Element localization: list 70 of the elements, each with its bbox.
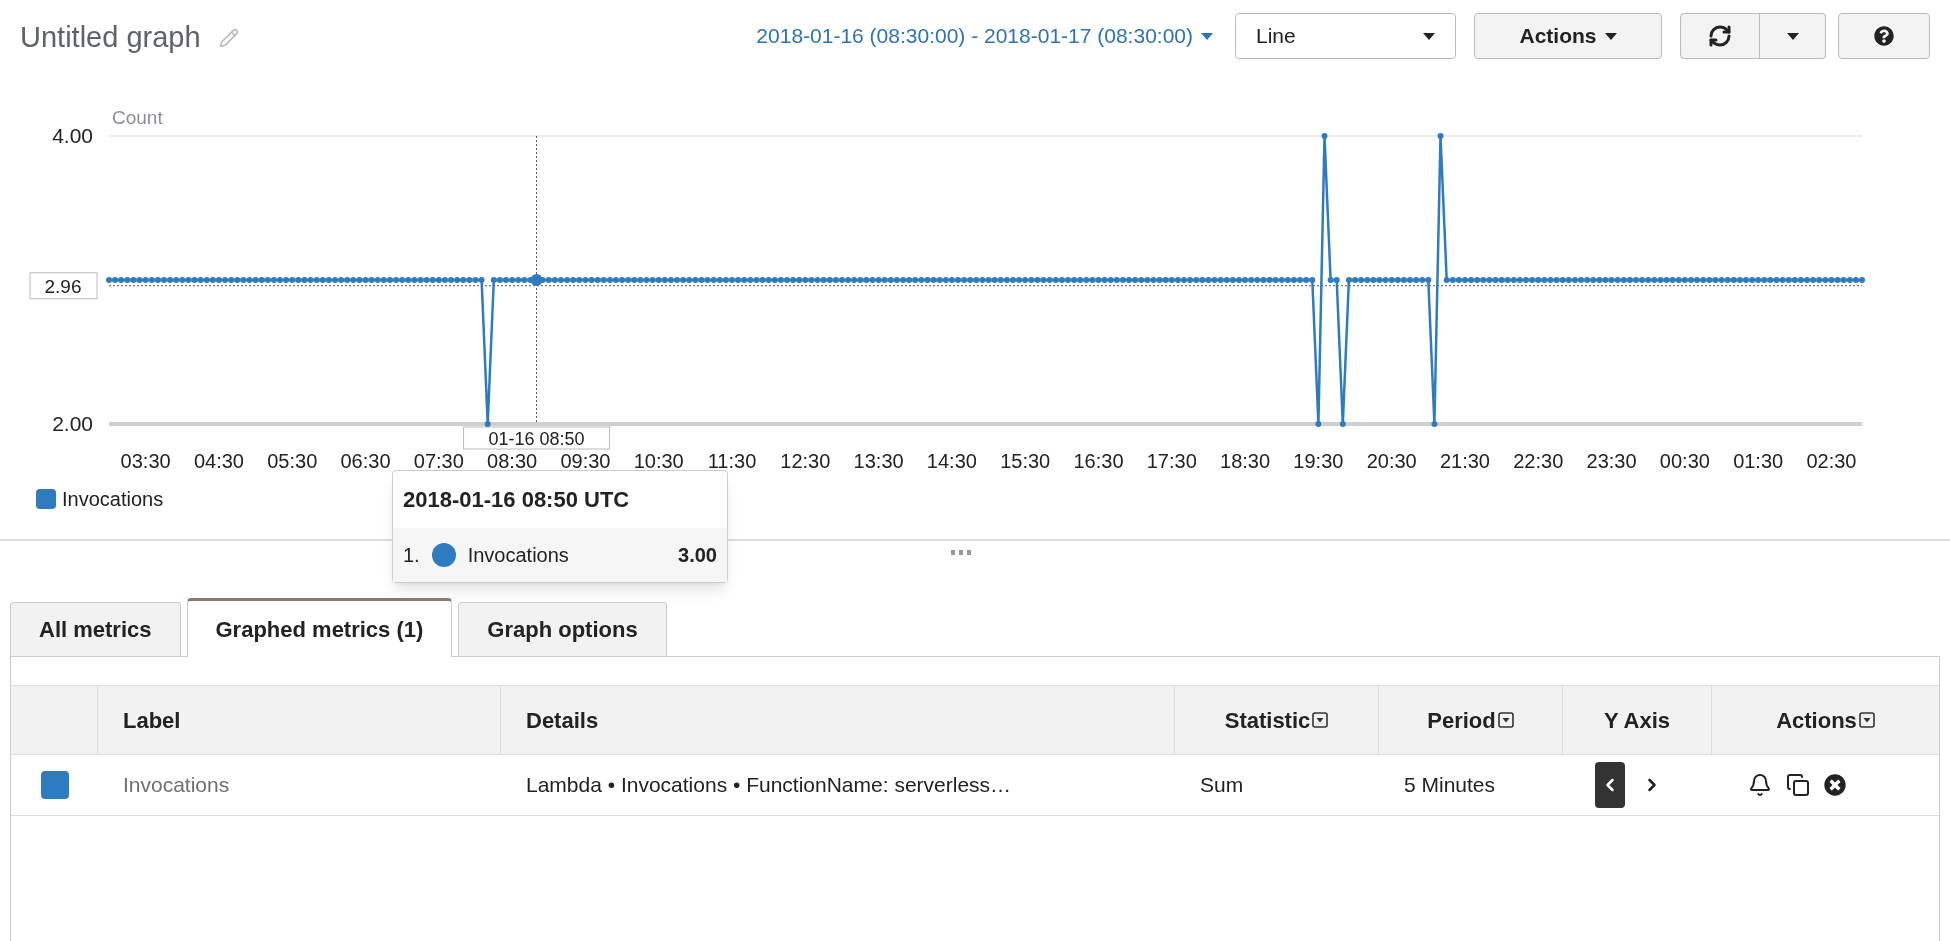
x-tick-label: 04:30 bbox=[193, 450, 244, 472]
tab[interactable]: All metrics bbox=[10, 602, 181, 656]
graph-title: Untitled graph bbox=[20, 20, 201, 56]
x-tick-label: 08:30 bbox=[487, 450, 538, 472]
x-tick-label: 21:30 bbox=[1439, 450, 1490, 472]
series-color-swatch[interactable] bbox=[40, 771, 69, 799]
x-tick-label: 07:30 bbox=[413, 450, 464, 472]
dropdown-icon[interactable] bbox=[1497, 712, 1514, 728]
help-icon bbox=[1874, 26, 1894, 46]
y-tick-label: 4.00 bbox=[52, 124, 93, 147]
left-axis-button[interactable] bbox=[1595, 762, 1625, 808]
x-tick-label: 00:30 bbox=[1659, 450, 1710, 472]
x-tick-label: 14:30 bbox=[926, 450, 977, 472]
alarm-bell-icon[interactable] bbox=[1748, 773, 1772, 797]
tooltip-series-name: Invocations bbox=[467, 543, 570, 568]
refresh-button[interactable] bbox=[1680, 13, 1760, 59]
actions-button[interactable]: Actions bbox=[1474, 13, 1662, 59]
dropdown-icon[interactable] bbox=[1858, 712, 1875, 728]
column-header: Label bbox=[123, 706, 181, 735]
statistic-value[interactable]: Sum bbox=[1200, 773, 1244, 797]
x-tick-label: 09:30 bbox=[560, 450, 611, 472]
x-tick-label: 06:30 bbox=[340, 450, 391, 472]
metric-details: Lambda • Invocations • FunctionName: serverless… bbox=[526, 773, 1012, 797]
x-tick-label: 18:30 bbox=[1220, 450, 1271, 472]
x-tick-label: 19:30 bbox=[1293, 450, 1344, 472]
tab[interactable]: Graph options bbox=[458, 602, 667, 656]
axis-label: Count bbox=[112, 107, 163, 128]
dropdown-icon[interactable] bbox=[1312, 712, 1329, 728]
column-header[interactable]: Period bbox=[1427, 703, 1514, 737]
x-tick-label: 02:30 bbox=[1806, 450, 1857, 472]
tab[interactable]: Graphed metrics (1) bbox=[186, 598, 453, 657]
x-tick-label: 17:30 bbox=[1146, 450, 1197, 472]
x-tick-label: 16:30 bbox=[1073, 450, 1124, 472]
resize-handle[interactable] bbox=[951, 550, 971, 555]
x-tick-label: 11:30 bbox=[707, 450, 757, 472]
time-range-link[interactable]: 2018-01-16 (08:30:00) - 2018-01-17 (08:30:00) bbox=[756, 20, 1213, 52]
x-tick-label: 10:30 bbox=[633, 450, 684, 472]
x-tick-label: 12:30 bbox=[780, 450, 831, 472]
x-tick-label: 03:30 bbox=[120, 450, 171, 472]
x-tick-label: 22:30 bbox=[1513, 450, 1564, 472]
help-button[interactable] bbox=[1838, 13, 1930, 59]
column-header[interactable]: Statistic bbox=[1224, 703, 1329, 737]
legend-swatch bbox=[36, 489, 56, 509]
x-tick-label: 13:30 bbox=[853, 450, 904, 472]
x-tick-label: 23:30 bbox=[1586, 450, 1637, 472]
crosshair-value-label: 2.96 bbox=[29, 272, 98, 300]
tooltip-value: 3.00 bbox=[678, 543, 717, 568]
caret-icon bbox=[1786, 32, 1799, 40]
hover-point bbox=[530, 274, 543, 286]
caret-icon bbox=[1604, 32, 1617, 40]
column-header: Y Axis bbox=[1603, 706, 1670, 735]
duplicate-icon[interactable] bbox=[1786, 773, 1810, 797]
caret-icon bbox=[1201, 32, 1213, 40]
column-header: Details bbox=[526, 706, 599, 735]
metric-label[interactable]: Invocations bbox=[123, 773, 230, 797]
y-tick-label: 2.00 bbox=[52, 412, 93, 435]
crosshair-time-label: 01-16 08:50 bbox=[463, 426, 611, 450]
column-header[interactable]: Actions bbox=[1776, 703, 1875, 737]
tooltip-title: 2018-01-16 08:50 UTC bbox=[402, 486, 631, 514]
x-tick-label: 05:30 bbox=[267, 450, 318, 472]
refresh-icon bbox=[1708, 24, 1732, 48]
graph-type-dropdown[interactable]: Line bbox=[1235, 13, 1456, 59]
remove-icon[interactable] bbox=[1824, 774, 1846, 796]
x-tick-label: 20:30 bbox=[1366, 450, 1417, 472]
x-tick-label: 01:30 bbox=[1733, 450, 1784, 472]
tooltip-index: 1. bbox=[403, 543, 420, 568]
legend-label: Invocations bbox=[62, 487, 164, 512]
caret-icon bbox=[1423, 32, 1435, 40]
period-value[interactable]: 5 Minutes bbox=[1404, 773, 1496, 797]
x-tick-label: 15:30 bbox=[1000, 450, 1051, 472]
